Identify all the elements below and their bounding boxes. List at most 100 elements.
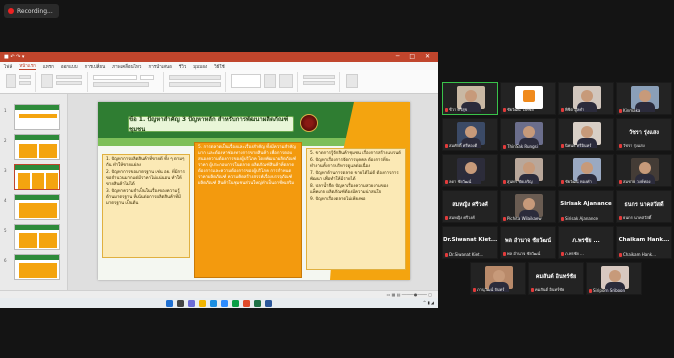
- participant-tile[interactable]: สมศักดิ์ ศรีทองดี: [442, 118, 498, 151]
- zoom-icon[interactable]: [221, 299, 228, 307]
- layout-button[interactable]: [56, 75, 82, 79]
- slide-thumbnail[interactable]: [14, 194, 60, 220]
- cut-button[interactable]: [19, 75, 31, 79]
- problem-item: 5. การตลาดเป็นเรื่องและเรื่องสำคัญ ทั้งม…: [198, 145, 297, 186]
- participant-tile[interactable]: ชัยวัฒน์ วงศ์ชัย: [500, 82, 556, 115]
- edge-icon[interactable]: [210, 299, 217, 307]
- thumb-number: 3: [4, 168, 7, 173]
- participant-tile[interactable]: พล อำนาจ ชัยวัฒน์ พล อำนาจ ชัยวัฒน์: [500, 226, 556, 259]
- excel-icon[interactable]: [254, 299, 261, 307]
- logo-mark: [523, 90, 535, 102]
- participant-tile[interactable]: พิชิต มูลคำ: [558, 82, 614, 115]
- slide-thumbnail[interactable]: [14, 224, 60, 250]
- current-slide[interactable]: ข้อ 1. ปัญหาสำคัญ 3 ปัญหาหลัก สำหรับการพ…: [98, 102, 410, 280]
- participant-name-label: พล อำนาจ ชัยวัฒน์: [503, 250, 555, 257]
- ribbon-tab[interactable]: รีวิว: [179, 63, 186, 70]
- system-tray[interactable]: ^ ▮ ◢: [423, 300, 434, 305]
- participant-tile[interactable]: ThiriSak Rungsi: [500, 118, 556, 151]
- slide-thumbnail[interactable]: [14, 104, 60, 130]
- chrome-icon[interactable]: [232, 299, 239, 307]
- muted-mic-icon: [445, 143, 448, 148]
- participant-tile[interactable]: นิพนธ์ ศรีอินทร์: [558, 118, 614, 151]
- slide-thumbnail[interactable]: [14, 134, 60, 160]
- recording-indicator[interactable]: Recording...: [4, 4, 59, 18]
- participant-head: [639, 162, 651, 174]
- participant-name-label: คมสันต์ อินทร์ชัย: [531, 286, 583, 293]
- problem-column-3[interactable]: 5. ขาดการรู้จักสินค้าชุมชน เรื่องการสร้า…: [306, 148, 406, 270]
- participant-tile[interactable]: ชัยวัฒน์ ทองคำ: [558, 154, 614, 187]
- ribbon-tabs: ไฟล์ หน้าแรก แทรก ออกแบบ การเปลี่ยน ภาพเคลื่อ…: [0, 62, 438, 70]
- thumb-number: 2: [4, 138, 7, 143]
- participant-tile[interactable]: Chaikam Hank... Chaikam Hank...: [616, 226, 672, 259]
- task-view-icon[interactable]: [188, 299, 195, 307]
- participant-name: Siriporn Sriboon: [593, 288, 626, 293]
- slide-thumbnail-selected[interactable]: [14, 164, 60, 190]
- ribbon-tab[interactable]: ออกแบบ: [61, 63, 78, 70]
- muted-mic-icon: [561, 251, 564, 256]
- window-controls[interactable]: ─ □ ✕: [396, 53, 434, 60]
- replace-button[interactable]: [303, 81, 335, 85]
- powerpoint-icon[interactable]: [243, 299, 250, 307]
- participant-name-label: ธนกร นาคสวัสดิ์: [619, 214, 671, 221]
- ribbon-tab[interactable]: หน้าแรก: [19, 62, 36, 70]
- ribbon-tab[interactable]: มุมมอง: [193, 63, 207, 70]
- participant-name: Kinmaka: [623, 108, 641, 113]
- participant-tile[interactable]: ภานุวัฒน์ จันทร์: [470, 262, 526, 295]
- participant-name: ธนกร นาคสวัสดิ์: [623, 215, 652, 220]
- ribbon-tab[interactable]: วิธีใช้: [214, 63, 225, 70]
- align-buttons[interactable]: [169, 82, 221, 87]
- participant-name-label: ภ.พรชัย ...: [561, 250, 613, 257]
- participant-tile[interactable]: วัชรา รุ่งแสง วัชรา รุ่งแสง: [616, 118, 672, 151]
- participant-tile[interactable]: Kinmaka: [616, 82, 672, 115]
- word-icon[interactable]: [265, 299, 272, 307]
- find-button[interactable]: [303, 75, 335, 79]
- quick-access-icons[interactable]: ■ ↶ ↷ ▾: [4, 54, 24, 60]
- participant-name-label: นิพนธ์ ศรีอินทร์: [561, 142, 613, 149]
- ribbon-tab[interactable]: แทรก: [43, 63, 54, 70]
- participant-tile[interactable]: Sirisak Ajanance Sirisak Ajanance: [558, 190, 614, 223]
- zoom-controls[interactable]: ▭ ▦ ▤ ─────●──── ▢: [387, 292, 432, 297]
- arrange-button[interactable]: [264, 74, 276, 88]
- participant-tile[interactable]: สมชาย วงษ์ทอง: [616, 154, 672, 187]
- ribbon-tab[interactable]: ไฟล์: [4, 63, 12, 70]
- participant-tile[interactable]: ภ.พรชัย ... ภ.พรชัย ...: [558, 226, 614, 259]
- start-icon[interactable]: [166, 299, 173, 307]
- participant-tile[interactable]: ธนกร นาคสวัสดิ์ ธนกร นาคสวัสดิ์: [616, 190, 672, 223]
- participant-tile[interactable]: สมหญิง ศรีวงศ์ สมหญิง ศรีวงศ์: [442, 190, 498, 223]
- paste-button[interactable]: [6, 74, 16, 88]
- muted-mic-icon: [561, 216, 564, 221]
- font-size-select[interactable]: [140, 75, 154, 80]
- muted-mic-icon: [561, 107, 564, 112]
- problem-item: 2. ปัญหาการขอมาตรฐาน เช่น อย. ที่มีการขอ…: [106, 170, 185, 187]
- participant-tile[interactable]: คมสันต์ อินทร์ชัย คมสันต์ อินทร์ชัย: [528, 262, 584, 295]
- slide-title-box[interactable]: ข้อ 1. ปัญหาสำคัญ 3 ปัญหาหลัก สำหรับการพ…: [128, 116, 294, 133]
- dictate-button[interactable]: [346, 74, 358, 88]
- font-format-buttons[interactable]: [93, 82, 149, 87]
- muted-mic-icon: [619, 179, 622, 184]
- search-icon[interactable]: [177, 299, 184, 307]
- participant-tile[interactable]: ชีวา ศรีสุข: [442, 82, 498, 115]
- font-name-select[interactable]: [93, 75, 137, 80]
- new-slide-button[interactable]: [41, 74, 53, 88]
- list-buttons[interactable]: [169, 75, 221, 80]
- participant-tile[interactable]: Siriporn Sriboon: [586, 262, 642, 295]
- file-explorer-icon[interactable]: [199, 299, 206, 307]
- copy-button[interactable]: [19, 81, 31, 85]
- muted-mic-icon: [619, 143, 622, 148]
- recording-label: Recording...: [17, 7, 53, 15]
- ribbon-tab[interactable]: การนำเสนอ: [148, 63, 171, 70]
- participant-tile[interactable]: ลดา ชัยวัฒน์: [442, 154, 498, 187]
- shapes-gallery[interactable]: [231, 74, 261, 88]
- slide-thumbnail[interactable]: [14, 254, 60, 280]
- participant-tile[interactable]: Dr.Siwanat Kiet... Dr.Siwanat Kiet...: [442, 226, 498, 259]
- participant-tile[interactable]: สุนทร ชัยเจริญ: [500, 154, 556, 187]
- ribbon-tab[interactable]: การเปลี่ยน: [85, 63, 106, 70]
- ribbon-tab[interactable]: ภาพเคลื่อนไหว: [112, 63, 141, 70]
- problem-column-2[interactable]: 5. การตลาดเป็นเรื่องและเรื่องสำคัญ ทั้งม…: [194, 142, 302, 278]
- slide-thumbnails: 1 2 3 4 5 6: [0, 94, 68, 290]
- participant-head: [523, 126, 535, 138]
- problem-column-1[interactable]: 1. ปัญหาการผลิตสินค้าที่ขายดี ทั้ง ๆ ตาม…: [102, 154, 190, 258]
- reset-button[interactable]: [56, 81, 82, 85]
- quick-styles-button[interactable]: [279, 74, 293, 88]
- participant-tile[interactable]: Pichita Wilaikaew: [500, 190, 556, 223]
